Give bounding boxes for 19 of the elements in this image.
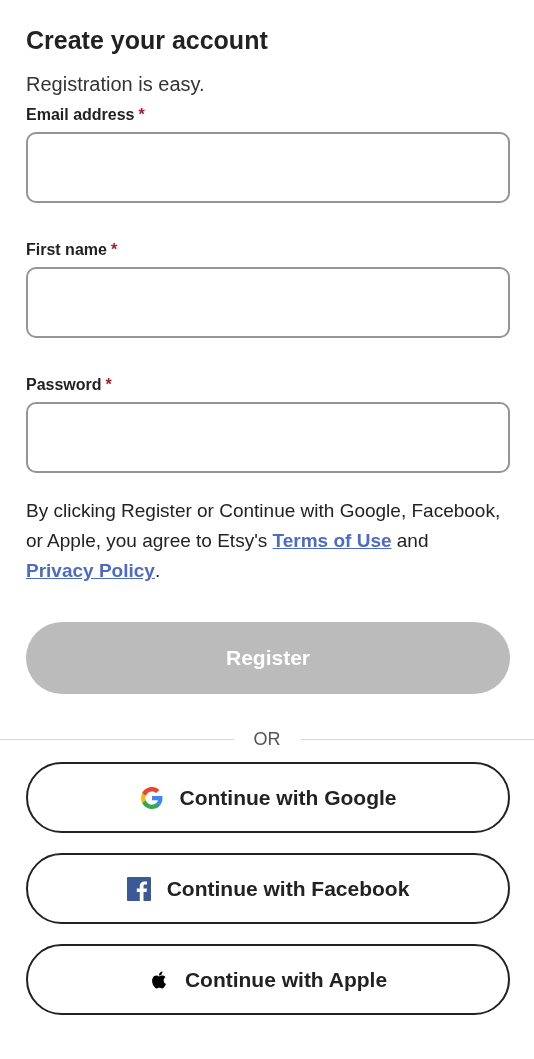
google-icon (139, 785, 164, 810)
input-field[interactable] (26, 132, 510, 203)
input-field[interactable] (26, 267, 510, 338)
subtitle: Registration is easy. (26, 72, 206, 96)
link[interactable]: Terms of Use (272, 530, 392, 551)
social-login-button[interactable]: Continue with Apple (26, 944, 510, 1015)
required-mark: * (110, 241, 118, 259)
page-title: Create your account (26, 25, 269, 56)
social-login-button[interactable]: Continue with Google (26, 762, 510, 833)
field-label: Password (26, 375, 102, 395)
required-mark: * (138, 106, 145, 124)
disclaimer-text: By clicking Register or Continue with Google, Facebook, or Apple, you agree to Etsy's Terms of Use and Privacy Policy. (26, 499, 502, 583)
facebook-icon (126, 876, 151, 901)
field-label: First name (26, 240, 107, 260)
social-login-button[interactable]: Continue with Facebook (26, 853, 510, 924)
required-mark: * (105, 376, 112, 394)
field-label: Email address (26, 105, 135, 125)
link[interactable]: Privacy Policy (26, 560, 155, 581)
input-field[interactable] (26, 402, 510, 473)
